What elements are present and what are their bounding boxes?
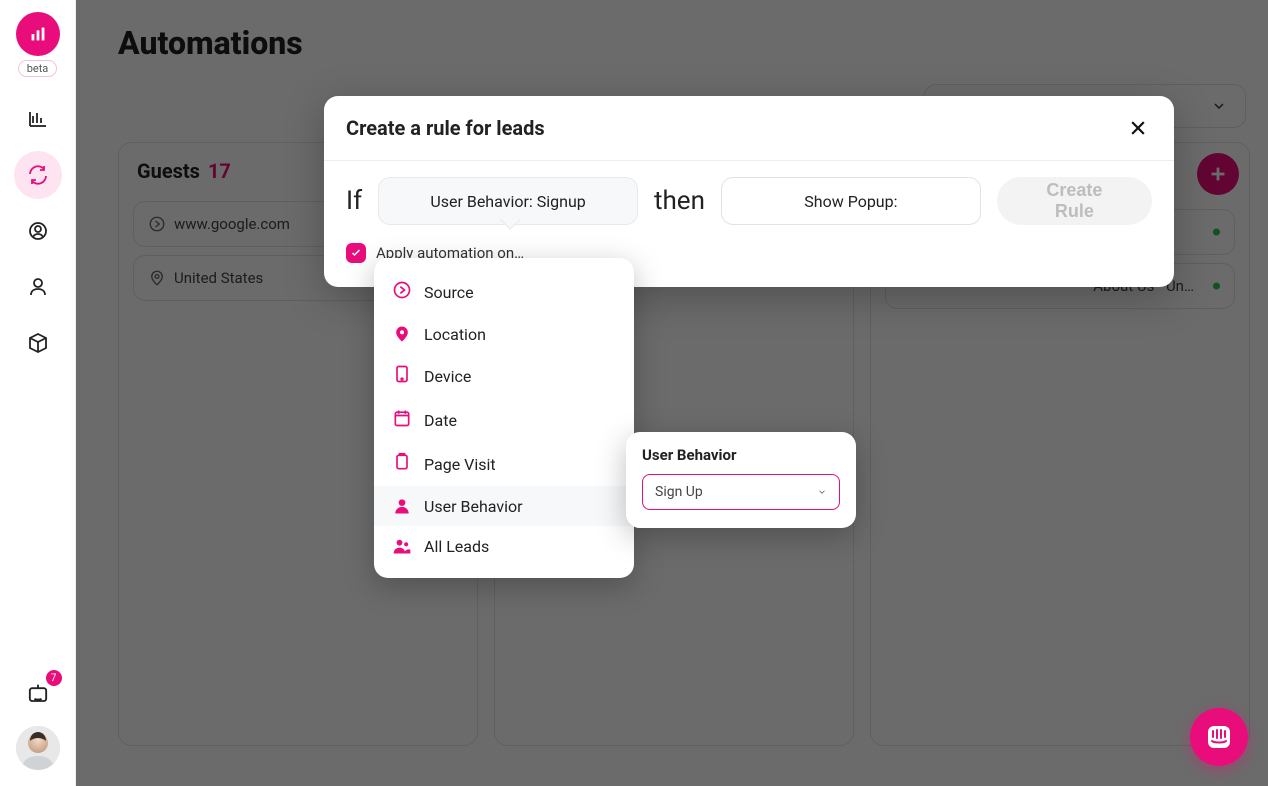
menu-item-source[interactable]: Source	[374, 270, 634, 314]
sidebar-bottom: 7	[16, 676, 60, 770]
menu-item-device[interactable]: Device	[374, 354, 634, 398]
if-trigger-slot[interactable]: User Behavior: Signup	[378, 177, 638, 225]
modal-title: Create a rule for leads	[346, 116, 545, 140]
popover-heading: User Behavior	[642, 446, 840, 464]
if-trigger-value: User Behavior: Signup	[430, 192, 585, 211]
create-rule-button[interactable]: Create Rule	[997, 177, 1152, 225]
then-action-value: Show Popup:	[804, 192, 897, 211]
menu-label: Page Visit	[424, 455, 496, 474]
nav-analytics[interactable]	[14, 95, 62, 143]
if-label: If	[346, 186, 362, 216]
box-icon	[26, 331, 50, 355]
device-icon	[392, 364, 412, 384]
sync-icon	[26, 163, 50, 187]
menu-item-location[interactable]: Location	[374, 314, 634, 354]
assistant-button[interactable]: 7	[20, 676, 56, 712]
menu-label: User Behavior	[424, 497, 523, 516]
check-icon	[350, 247, 362, 259]
menu-item-date[interactable]: Date	[374, 398, 634, 442]
menu-label: All Leads	[424, 537, 489, 556]
then-action-slot[interactable]: Show Popup:	[721, 177, 981, 225]
menu-label: Location	[424, 325, 486, 344]
intercom-launcher[interactable]	[1190, 708, 1248, 766]
nav-automations[interactable]	[14, 151, 62, 199]
menu-item-all-leads[interactable]: All Leads	[374, 526, 634, 566]
bot-icon	[24, 680, 52, 708]
users-icon	[392, 536, 412, 556]
trigger-menu: Source Location Device Date Page Visit U…	[374, 258, 634, 578]
avatar-image	[16, 726, 60, 770]
menu-label: Date	[424, 411, 457, 430]
nav-leads[interactable]	[14, 263, 62, 311]
app-sidebar: beta	[0, 0, 76, 786]
brand-logo[interactable]	[16, 12, 60, 56]
sidebar-nav	[14, 95, 62, 367]
location-icon	[392, 324, 412, 344]
behavior-select[interactable]: Sign Up	[642, 474, 840, 510]
beta-badge: beta	[18, 60, 58, 77]
intercom-icon	[1205, 723, 1233, 751]
then-label: then	[654, 186, 705, 216]
chevron-down-icon	[817, 487, 827, 497]
menu-label: Device	[424, 367, 471, 386]
apply-checkbox[interactable]	[346, 243, 366, 263]
nav-product[interactable]	[14, 319, 62, 367]
source-icon	[392, 280, 412, 300]
user-avatar[interactable]	[16, 726, 60, 770]
close-icon	[1128, 118, 1148, 138]
bars-icon	[27, 23, 49, 45]
menu-label: Source	[424, 283, 474, 302]
behavior-select-value: Sign Up	[655, 484, 703, 500]
clipboard-icon	[392, 452, 412, 472]
calendar-icon	[392, 408, 412, 428]
user-icon	[392, 496, 412, 516]
nav-audience[interactable]	[14, 207, 62, 255]
menu-item-page-visit[interactable]: Page Visit	[374, 442, 634, 486]
rule-row: If User Behavior: Signup then Show Popup…	[346, 177, 1152, 225]
menu-item-user-behavior[interactable]: User Behavior	[374, 486, 634, 526]
target-user-icon	[26, 219, 50, 243]
modal-header: Create a rule for leads	[324, 96, 1174, 161]
assistant-badge: 7	[46, 670, 62, 686]
user-behavior-popover: User Behavior Sign Up	[626, 432, 856, 528]
chart-icon	[26, 107, 50, 131]
user-heart-icon	[26, 275, 50, 299]
brand: beta	[16, 12, 60, 77]
modal-close-button[interactable]	[1124, 114, 1152, 142]
